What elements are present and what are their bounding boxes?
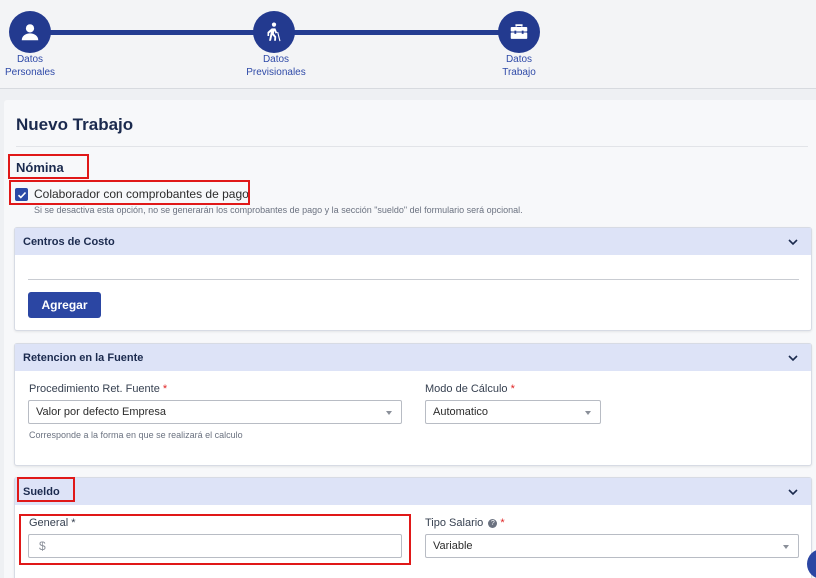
highlight-checkbox [9,180,250,205]
modo-calculo-select-value: Automatico [433,406,489,418]
chevron-down-icon[interactable] [787,236,799,248]
comprobantes-help-text: Si se desactiva esta opción, no se gener… [34,205,523,215]
modo-calculo-select[interactable]: Automatico [425,400,601,424]
step-personales-label: Datos Personales [4,54,56,78]
step-previsionales-label: Datos Previsionales [246,54,306,78]
caret-down-icon [386,411,392,415]
procedimiento-hint: Corresponde a la forma en que se realiza… [29,430,243,440]
title-divider [16,146,808,147]
chevron-down-icon[interactable] [787,352,799,364]
required-mark: * [162,383,168,395]
agregar-button[interactable]: Agregar [28,292,101,318]
procedimiento-select[interactable]: Valor por defecto Empresa [28,400,402,424]
person-icon [21,24,39,41]
step-trabajo-label: Datos Trabajo [502,54,536,78]
procedimiento-label-text: Procedimiento Ret. Fuente [29,383,160,395]
highlight-general [19,514,411,565]
required-mark: * [500,517,505,529]
caret-down-icon [783,545,789,549]
sueldo-header[interactable]: Sueldo [15,478,811,505]
highlight-nomina [8,154,89,179]
centros-costo-header[interactable]: Centros de Costo [15,228,811,255]
procedimiento-select-value: Valor por defecto Empresa [36,406,167,418]
help-icon[interactable]: ? [488,518,498,528]
step-trabajo[interactable] [498,11,540,53]
chevron-down-icon[interactable] [787,486,799,498]
centros-costo-title: Centros de Costo [23,235,115,248]
toolbox-icon [510,24,528,39]
tipo-salario-label-text: Tipo Salario [425,517,484,529]
tipo-salario-select[interactable]: Variable [425,534,799,558]
retencion-title: Retencion en la Fuente [23,351,144,364]
retencion-header[interactable]: Retencion en la Fuente [15,344,811,371]
stepper: Datos Personales Datos Previsionales Dat… [0,0,816,89]
tipo-salario-label: Tipo Salario ? * [425,517,505,529]
centros-costo-divider [28,279,799,280]
highlight-sueldo [17,477,75,502]
modo-calculo-label: Modo de Cálculo * [425,383,515,395]
step-previsionales[interactable] [253,11,295,53]
page-title: Nuevo Trabajo [16,115,134,134]
step-personales[interactable] [9,11,51,53]
elderly-walking-icon [267,22,281,42]
tipo-salario-select-value: Variable [433,540,473,552]
procedimiento-label: Procedimiento Ret. Fuente * [29,383,167,395]
required-mark: * [510,383,515,395]
modo-calculo-label-text: Modo de Cálculo [425,383,508,395]
caret-down-icon [585,411,591,415]
